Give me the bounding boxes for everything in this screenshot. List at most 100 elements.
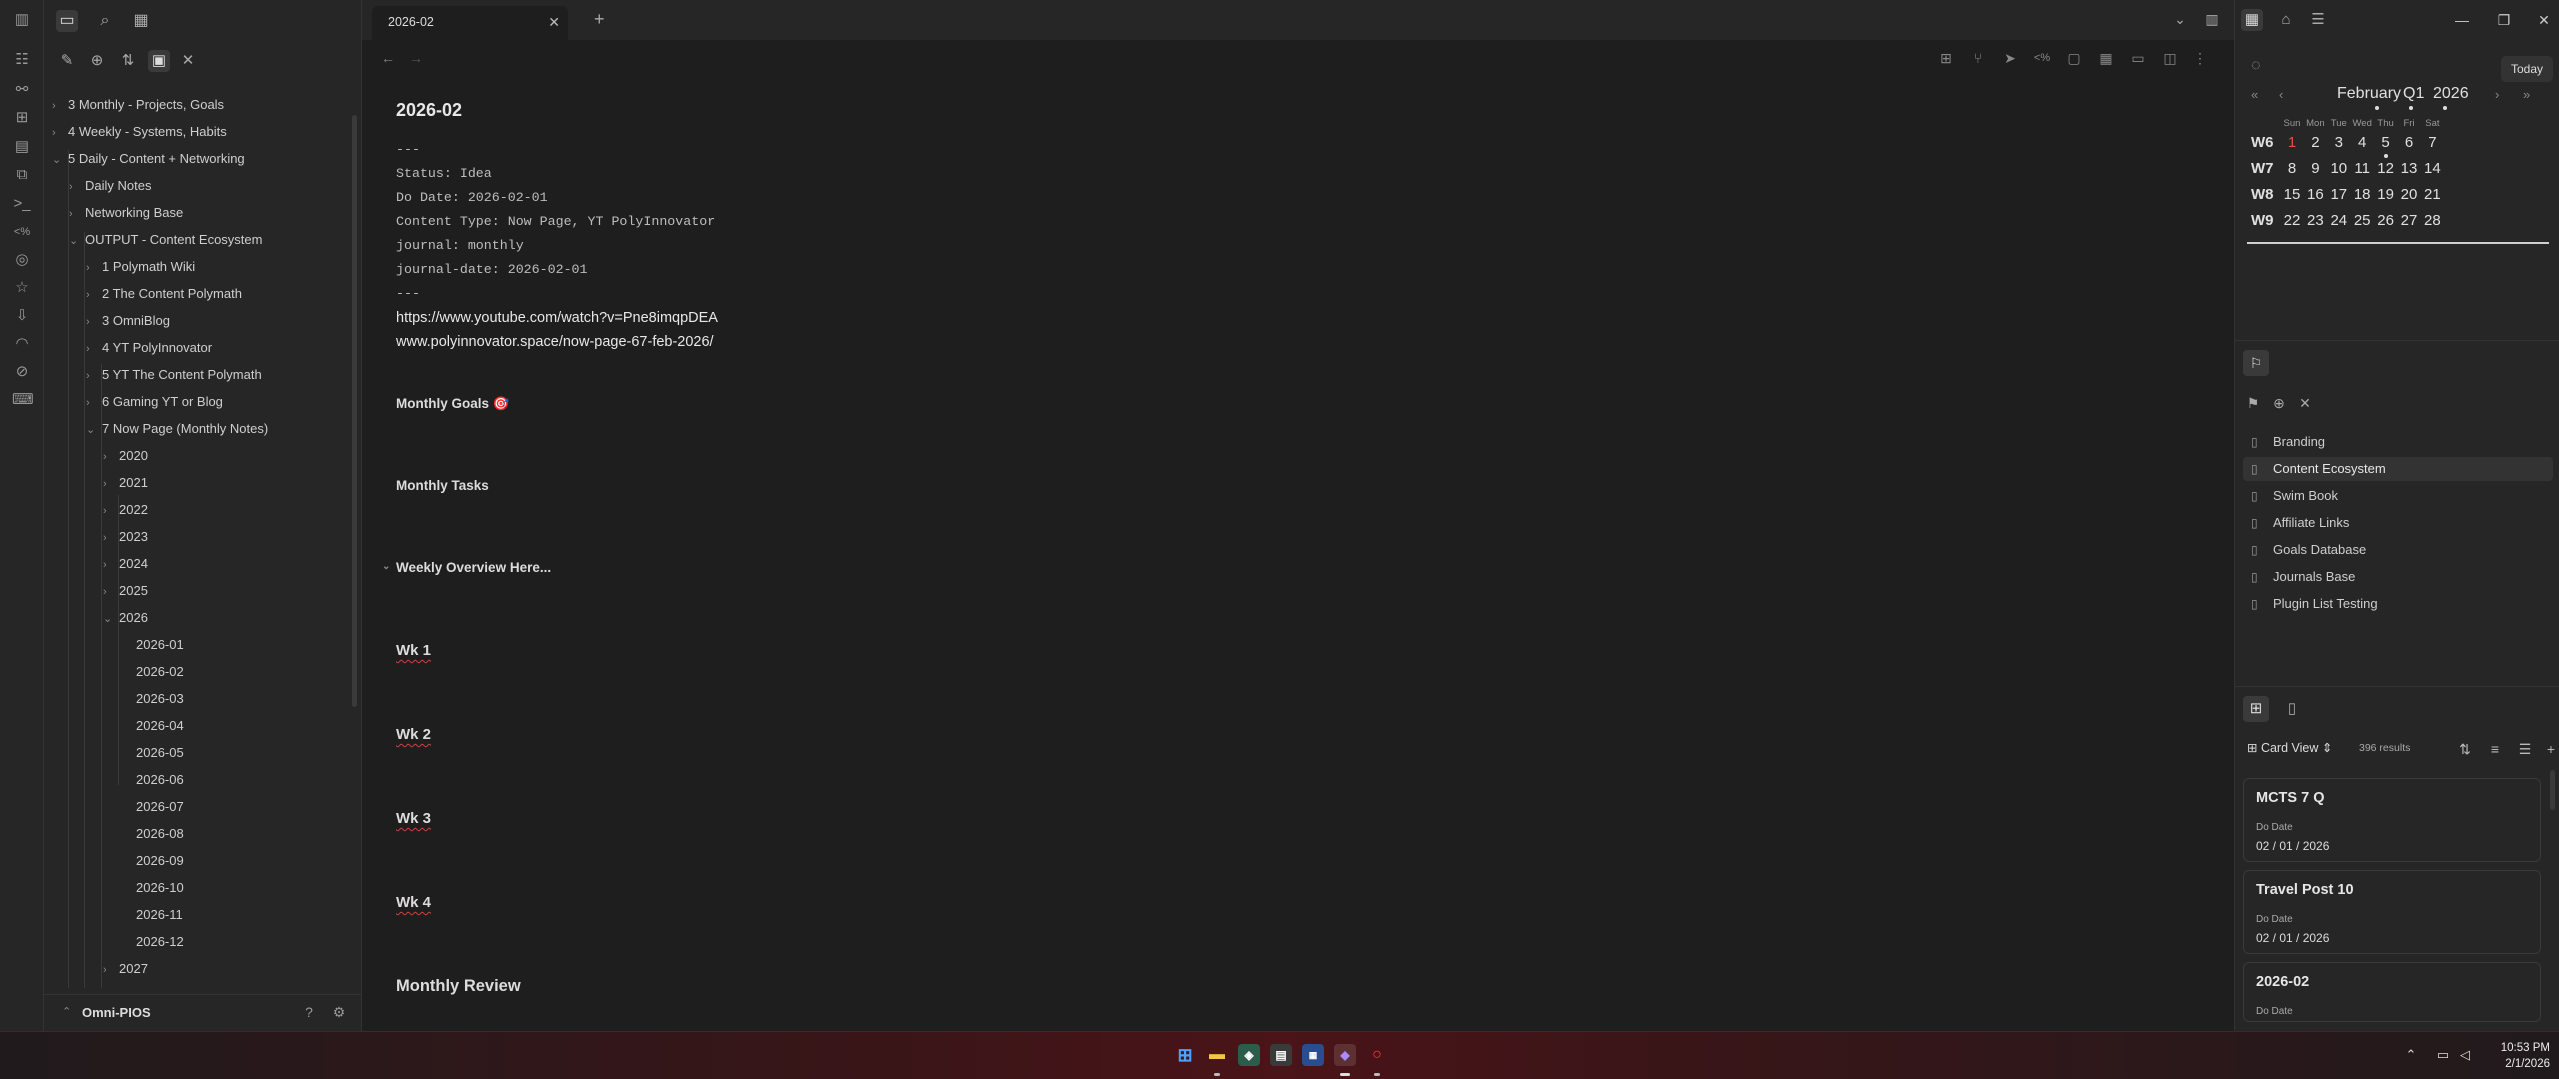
card-view-scrollbar[interactable] [2550,770,2555,810]
compass-icon[interactable]: ⊘ [12,362,32,382]
heading-week-4[interactable]: Wk 4 [396,894,431,911]
heading-week-1[interactable]: Wk 1 [396,642,431,659]
templates-icon[interactable]: ⧉ [12,165,32,185]
file-icon[interactable]: ▯ [2279,696,2305,722]
bookmark-item[interactable]: ▯ Content Ecosystem [2243,457,2553,481]
daily-note-icon[interactable]: ▤ [12,137,32,157]
calendar-year[interactable]: 2026 [2433,85,2469,103]
tree-folder[interactable]: › 4 Weekly - Systems, Habits [52,120,227,144]
tree-folder[interactable]: ⌄ 2026 [103,606,148,630]
back-arrow-icon[interactable]: ← [378,48,398,68]
close-icon[interactable]: ✕ [548,14,560,31]
calendar-day[interactable]: 14 [2413,160,2451,177]
refresh-icon[interactable]: ◌ [2251,57,2261,75]
code-block-icon[interactable]: ▢ [2064,48,2084,68]
tree-folder[interactable]: › Daily Notes [69,174,151,198]
chevron-right-icon[interactable]: › [103,553,119,577]
chevron-down-icon[interactable]: ⌄ [52,148,68,172]
tree-file[interactable]: 2026-05 [136,741,184,765]
publish-icon[interactable]: ◎ [12,250,32,270]
tree-folder[interactable]: › 2025 [103,579,148,603]
tree-folder[interactable]: › 2023 [103,525,148,549]
clock[interactable]: 10:53 PM 2/1/2026 [2480,1040,2550,1072]
tree-file[interactable]: 2026-08 [136,822,184,846]
chevron-down-icon[interactable]: ⌄ [69,229,85,253]
previous-month-icon[interactable]: ‹ [2279,87,2283,102]
chevron-down-icon[interactable]: ⌄ [86,418,102,442]
new-note-icon[interactable]: ✎ [56,50,78,72]
note-card[interactable]: 2026-02Do Date02 / 01 / 2026 [2243,962,2541,1022]
frontmatter-fence[interactable]: --- [396,142,420,157]
tree-file[interactable]: 2026-09 [136,849,184,873]
chevron-down-icon[interactable]: ⌄ [2170,9,2190,29]
chevron-right-icon[interactable]: › [52,121,68,145]
tree-file[interactable]: 2026-04 [136,714,184,738]
opera-icon[interactable]: ○ [1366,1044,1388,1066]
note-card[interactable]: MCTS 7 Q Do Date 02 / 01 / 2026 [2243,778,2541,862]
search-icon[interactable]: ⌕ [94,10,116,32]
tag-icon[interactable]: ⌂ [2275,9,2297,31]
tree-folder[interactable]: › 2024 [103,552,148,576]
new-tab-icon[interactable]: + [594,9,605,30]
archive-icon[interactable]: ▦ [130,10,152,32]
star-icon[interactable]: ☆ [12,278,32,298]
chevron-right-icon[interactable]: › [86,391,102,415]
tree-folder[interactable]: › 5 YT The Content Polymath [86,363,262,387]
chevron-right-icon[interactable]: › [103,958,119,982]
note-title[interactable]: 2026-02 [396,100,462,121]
right-sidebar-toggle-icon[interactable]: ▥ [2202,9,2222,29]
bookmark-icon[interactable]: ⚐ [2243,350,2269,376]
filter-icon[interactable]: ≡ [2485,739,2505,759]
tree-folder[interactable]: › Networking Base [69,201,183,225]
calendar-day[interactable]: 7 [2413,134,2451,151]
calendar-month[interactable]: February [2337,85,2401,103]
tree-file[interactable]: 2026-07 [136,795,184,819]
gamepad-icon[interactable]: ⌨ [12,390,34,410]
graph-view-icon[interactable]: ⚯ [12,80,32,100]
tree-folder[interactable]: › 2021 [103,471,148,495]
window-close-icon[interactable]: ✕ [2534,10,2554,30]
chevron-right-icon[interactable]: › [103,580,119,604]
chevron-right-icon[interactable]: › [103,499,119,523]
frontmatter-line[interactable]: journal-date: 2026-02-01 [396,262,588,277]
next-month-icon[interactable]: › [2495,87,2499,102]
collapse-all-icon[interactable]: ✕ [2295,393,2315,413]
heading-monthly-review[interactable]: Monthly Review [396,977,521,996]
new-folder-icon[interactable]: ⊕ [86,50,108,72]
chevron-right-icon[interactable]: › [103,445,119,469]
sort-icon[interactable]: ⇅ [117,50,139,72]
tree-folder[interactable]: › 1 Polymath Wiki [86,255,195,279]
bookmark-item[interactable]: ▯ Swim Book [2243,484,2553,508]
terminal-icon[interactable]: >_ [12,194,32,214]
help-icon[interactable]: ? [300,1003,318,1021]
bookmark-item[interactable]: ▯ Journals Base [2243,565,2553,589]
tree-folder[interactable]: › 2020 [103,444,148,468]
folder-icon[interactable]: ▭ [56,10,78,32]
view-selector[interactable]: ⊞ Card View ⇕ [2247,740,2332,755]
heading-monthly-tasks[interactable]: Monthly Tasks [396,478,489,493]
tree-file[interactable]: 2026-12 [136,930,184,954]
new-group-icon[interactable]: ⊕ [2269,393,2289,413]
reading-view-icon[interactable]: ◫ [2160,48,2180,68]
tree-folder[interactable]: › 2 The Content Polymath [86,282,242,306]
today-button[interactable]: Today [2501,56,2553,82]
window-icon[interactable]: ▭ [2128,48,2148,68]
obsidian-icon[interactable]: ◆ [1334,1044,1356,1066]
branch-icon[interactable]: ⑂ [1968,48,1988,68]
card-grid-icon[interactable]: ⊞ [2243,696,2269,722]
heading-week-2[interactable]: Wk 2 [396,726,431,743]
templater-icon[interactable]: <% [2032,48,2052,68]
dashboard-icon[interactable]: ☷ [12,50,32,70]
calculator-icon[interactable]: ▤ [1270,1044,1292,1066]
chevron-right-icon[interactable]: › [103,526,119,550]
collapse-all-icon[interactable]: ✕ [177,50,199,72]
chevron-right-icon[interactable]: › [86,364,102,388]
chevron-down-icon[interactable]: ⌄ [103,607,119,631]
chevron-right-icon[interactable]: › [52,94,68,118]
tree-folder[interactable]: ⌄ OUTPUT - Content Ecosystem [69,228,262,252]
frontmatter-line[interactable]: Status: Idea [396,166,492,181]
chevron-right-icon[interactable]: › [69,175,85,199]
heading-weekly-overview[interactable]: ⌄ Weekly Overview Here... [382,560,551,575]
heading-week-3[interactable]: Wk 3 [396,810,431,827]
fold-chevron-icon[interactable]: ⌄ [382,561,390,572]
